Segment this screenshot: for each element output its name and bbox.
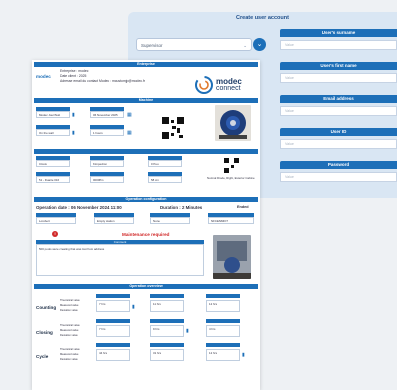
row4-field2: 0000ffm xyxy=(90,176,124,183)
row-label-closing: Closing xyxy=(36,330,53,335)
overview-bar: Operation overview xyxy=(34,284,258,289)
sublabel-deviation: Deviation value xyxy=(60,309,78,312)
row-label-counting: Counting xyxy=(36,305,57,310)
logo-mark-icon xyxy=(195,76,213,94)
ov-col1-hdr xyxy=(96,294,130,298)
row-label-cycle: Cycle xyxy=(36,354,49,359)
role-select-value: Supervisor xyxy=(141,43,163,48)
userid-label: User ID xyxy=(280,128,397,136)
row4-note: Normal Diode, Right, Exterior Cabine xyxy=(207,176,255,180)
ov-col1-hdr-2 xyxy=(96,319,130,323)
row3-field3: 0 Peu xyxy=(148,160,182,167)
maintenance-title: Maintenance required xyxy=(122,232,170,237)
ov-col3-hdr-2 xyxy=(206,319,240,323)
machine-field1: Modec Jour/Nuit xyxy=(36,111,70,118)
op-date: Operation date : 06 November 2024 11:00 xyxy=(36,205,122,210)
create-user-title: Create user account xyxy=(236,15,289,21)
op-config-bar: Operation configuration xyxy=(34,197,258,202)
modec-connect-logo: modec connect xyxy=(194,74,256,96)
chevron-down-icon: ⌄ xyxy=(243,43,247,48)
row3-field1: Clovis xyxy=(36,160,70,167)
op-duration: Duration : 2 Minutes xyxy=(160,205,203,210)
role-select[interactable]: Supervisor ⌄ xyxy=(136,38,252,51)
email-label: Email address xyxy=(280,95,397,103)
ov-col3-hdr-3 xyxy=(206,343,240,347)
sublabel-deviation-3: Deviation value xyxy=(60,358,78,361)
logo-word2: connect xyxy=(216,85,241,92)
ov-counting-3: 12 hrs xyxy=(206,300,240,312)
row4-field3: 58 cm xyxy=(148,176,182,183)
first-name-input[interactable]: Value xyxy=(280,73,397,83)
password-label: Password xyxy=(280,161,397,169)
machine-bar: Machine xyxy=(34,98,258,103)
section-bar-2 xyxy=(34,149,258,154)
enterprise-line2: Date client : 2025 xyxy=(60,74,87,78)
ov-counting-2: 11 hrs xyxy=(150,300,184,312)
calendar-icon: ▦ xyxy=(127,112,132,118)
sublabel-theoretical-3: Theoretical value xyxy=(60,348,80,351)
bar-chart-icon-2: ▮ xyxy=(186,328,189,334)
header-brand: modec xyxy=(36,74,51,79)
report-sheet: Enterprise modec Entreprise : modec Date… xyxy=(32,60,260,390)
machine-photo xyxy=(215,105,251,141)
alert-icon: ! xyxy=(52,231,58,237)
ov-closing-2: 9 hrs xyxy=(150,325,184,337)
chart-icon: ▮ xyxy=(72,112,75,118)
op-field3: None xyxy=(150,217,190,224)
op-status: Ended xyxy=(237,205,249,209)
sublabel-measured-3: Measured value xyxy=(60,353,79,356)
op-field4: NFCENMIO7 xyxy=(208,217,254,224)
ov-closing-1: 7 hrs xyxy=(96,325,130,337)
clock-icon: ▦ xyxy=(127,130,132,136)
enterprise-line1: Entreprise : modec xyxy=(60,69,89,73)
ov-col3-hdr xyxy=(206,294,240,298)
sublabel-deviation-2: Deviation value xyxy=(60,334,78,337)
dropdown-toggle-button[interactable]: ⌄ xyxy=(253,38,266,51)
bar-chart-icon-3: ▮ xyxy=(242,352,245,358)
ov-cycle-2: 31 hrs xyxy=(150,349,184,361)
ov-col1-hdr-3 xyxy=(96,343,130,347)
email-input[interactable]: Value xyxy=(280,106,397,116)
surname-input[interactable]: Value xyxy=(280,40,397,50)
machine-field2: 06 November 2025 xyxy=(90,111,124,118)
sublabel-measured: Measured value xyxy=(60,304,79,307)
ov-cycle-1: 44 hrs xyxy=(96,349,130,361)
password-input[interactable]: Value xyxy=(280,172,397,182)
ov-closing-3: 4 hrs xyxy=(206,325,240,337)
enterprise-bar: Enterprise xyxy=(34,62,258,67)
userid-input[interactable]: Value xyxy=(280,139,397,149)
comment-photo xyxy=(213,235,251,279)
sublabel-theoretical-2: Theoretical value xyxy=(60,324,80,327)
machine-field3: On the wall xyxy=(36,129,70,136)
first-name-label: User's first name xyxy=(280,62,397,70)
ov-col2-hdr-2 xyxy=(150,319,184,323)
enterprise-line3: Adresse email du contact Modec : mcustom… xyxy=(60,79,146,83)
sublabel-theoretical: Theoretical value xyxy=(60,299,80,302)
op-field1: Lorobert xyxy=(36,217,76,224)
row4-field1: 51 - Duarte 016 xyxy=(36,176,70,183)
ov-cycle-3: 12 hrs xyxy=(206,349,240,361)
ov-col2-hdr-3 xyxy=(150,343,184,347)
op-field2: Empty station xyxy=(94,217,134,224)
ov-counting-1: 7 hrs xyxy=(96,300,130,312)
qr-code xyxy=(162,117,184,139)
sublabel-measured-2: Measured value xyxy=(60,329,79,332)
row3-field2: Kimpedron xyxy=(90,160,124,167)
machine-field4: 1 hours xyxy=(90,129,124,136)
wall-icon: ▮ xyxy=(72,130,75,136)
ov-col2-hdr xyxy=(150,294,184,298)
surname-label: User's surname xyxy=(280,29,397,37)
qr-code-small xyxy=(224,158,239,173)
bar-chart-icon: ▮ xyxy=(132,304,135,310)
comment-box: 500 pools were creating that was lost fr… xyxy=(36,244,204,276)
